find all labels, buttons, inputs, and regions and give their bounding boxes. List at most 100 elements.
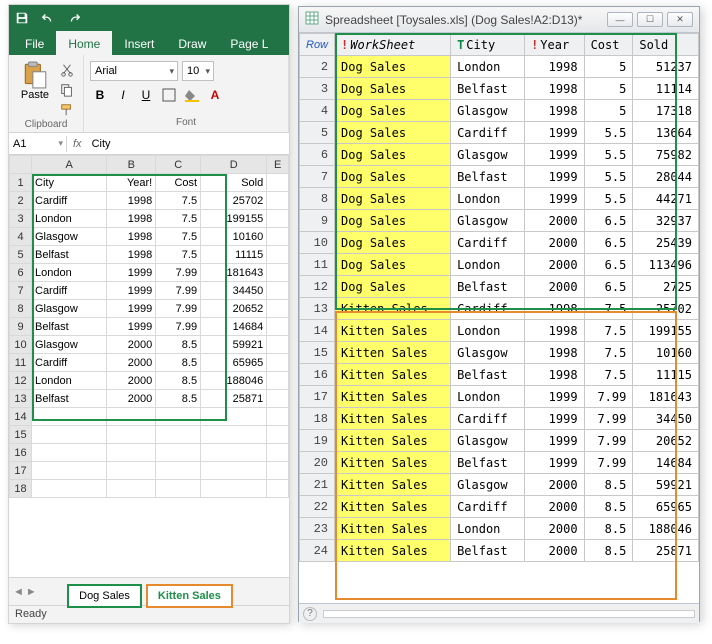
cell[interactable]: 65965 xyxy=(201,354,267,372)
cell[interactable]: 7.99 xyxy=(156,318,201,336)
cell[interactable]: 199155 xyxy=(201,210,267,228)
table-row[interactable]: 15Kitten SalesGlasgow19987.510160 xyxy=(300,342,699,364)
table-row[interactable]: 9Dog SalesGlasgow20006.532937 xyxy=(300,210,699,232)
fill-color-button[interactable] xyxy=(182,85,202,105)
table-row[interactable]: 7Dog SalesBelfast19995.528044 xyxy=(300,166,699,188)
cell[interactable] xyxy=(156,408,201,426)
sheet-tab-kitten-sales[interactable]: Kitten Sales xyxy=(146,584,233,608)
cell[interactable] xyxy=(267,192,289,210)
column-header[interactable]: E xyxy=(267,156,289,174)
formula-input[interactable]: City xyxy=(88,136,289,152)
cell[interactable] xyxy=(267,462,289,480)
cell[interactable]: 25871 xyxy=(201,390,267,408)
cell[interactable] xyxy=(267,246,289,264)
spreadsheet-grid[interactable]: ABCDE1CityYear!CostSold2Cardiff19987.525… xyxy=(9,155,289,577)
cell[interactable]: 1999 xyxy=(107,300,156,318)
cell[interactable]: 7.99 xyxy=(156,300,201,318)
table-row[interactable]: 10Dog SalesCardiff20006.525439 xyxy=(300,232,699,254)
row-header[interactable]: 15 xyxy=(10,426,32,444)
font-color-button[interactable]: A xyxy=(205,85,225,105)
cell[interactable]: 7.99 xyxy=(156,282,201,300)
table-row[interactable]: 24Kitten SalesBelfast20008.525871 xyxy=(300,540,699,562)
table-row[interactable]: 16Kitten SalesBelfast19987.511115 xyxy=(300,364,699,386)
table-row[interactable]: 14Kitten SalesLondon19987.5199155 xyxy=(300,320,699,342)
table-row[interactable]: 17Kitten SalesLondon19997.99181643 xyxy=(300,386,699,408)
border-button[interactable] xyxy=(159,85,179,105)
cell[interactable]: 2000 xyxy=(107,354,156,372)
col-sold[interactable]: Sold xyxy=(633,34,699,56)
cell[interactable]: 8.5 xyxy=(156,336,201,354)
cell[interactable]: 2000 xyxy=(107,336,156,354)
cell[interactable]: 1998 xyxy=(107,210,156,228)
redo-icon[interactable] xyxy=(65,9,83,27)
cell[interactable]: Cardiff xyxy=(32,354,107,372)
cell[interactable]: Belfast xyxy=(32,390,107,408)
cell[interactable] xyxy=(267,264,289,282)
cell[interactable]: 7.5 xyxy=(156,192,201,210)
row-header[interactable]: 12 xyxy=(10,372,32,390)
cell[interactable]: 7.5 xyxy=(156,246,201,264)
cell[interactable] xyxy=(201,462,267,480)
cell[interactable] xyxy=(156,462,201,480)
cell[interactable]: 1999 xyxy=(107,282,156,300)
cell[interactable] xyxy=(32,408,107,426)
cell[interactable]: 7.5 xyxy=(156,228,201,246)
cell[interactable] xyxy=(107,408,156,426)
cell[interactable] xyxy=(156,444,201,462)
row-header[interactable]: 18 xyxy=(10,480,32,498)
cell[interactable]: 2000 xyxy=(107,372,156,390)
row-header[interactable]: 2 xyxy=(10,192,32,210)
cell[interactable] xyxy=(267,408,289,426)
cell[interactable] xyxy=(267,372,289,390)
cell[interactable]: Cardiff xyxy=(32,282,107,300)
undo-icon[interactable] xyxy=(39,9,57,27)
row-header[interactable]: 11 xyxy=(10,354,32,372)
row-header[interactable]: 5 xyxy=(10,246,32,264)
cell[interactable] xyxy=(267,354,289,372)
cell[interactable]: London xyxy=(32,264,107,282)
cell[interactable] xyxy=(267,426,289,444)
cell[interactable] xyxy=(32,444,107,462)
help-icon[interactable]: ? xyxy=(303,607,317,621)
cell[interactable] xyxy=(32,462,107,480)
cell[interactable] xyxy=(201,426,267,444)
col-row[interactable]: Row xyxy=(300,34,335,56)
table-row[interactable]: 23Kitten SalesLondon20008.5188046 xyxy=(300,518,699,540)
table-row[interactable]: 20Kitten SalesBelfast19997.9914684 xyxy=(300,452,699,474)
minimize-button[interactable]: — xyxy=(607,12,633,27)
cell[interactable] xyxy=(267,390,289,408)
cell[interactable]: Sold xyxy=(201,174,267,192)
cell[interactable]: 188046 xyxy=(201,372,267,390)
cell[interactable] xyxy=(267,300,289,318)
cell[interactable]: Year! xyxy=(107,174,156,192)
cell[interactable] xyxy=(107,480,156,498)
save-icon[interactable] xyxy=(13,9,31,27)
table-row[interactable]: 3Dog SalesBelfast1998511114 xyxy=(300,78,699,100)
column-header[interactable]: A xyxy=(32,156,107,174)
close-button[interactable]: ✕ xyxy=(667,12,693,27)
sheet-nav-prev-icon[interactable]: ◄ xyxy=(13,586,24,598)
cell[interactable]: 1998 xyxy=(107,246,156,264)
cell[interactable]: 1998 xyxy=(107,192,156,210)
cell[interactable]: 1999 xyxy=(107,318,156,336)
cell[interactable] xyxy=(267,336,289,354)
table-row[interactable]: 2Dog SalesLondon1998551237 xyxy=(300,56,699,78)
row-header[interactable]: 6 xyxy=(10,264,32,282)
tab-home[interactable]: Home xyxy=(56,31,112,55)
table-row[interactable]: 19Kitten SalesGlasgow19997.9920652 xyxy=(300,430,699,452)
cell[interactable] xyxy=(267,318,289,336)
row-header[interactable]: 7 xyxy=(10,282,32,300)
row-header[interactable]: 10 xyxy=(10,336,32,354)
table-row[interactable]: 12Dog SalesBelfast20006.52725 xyxy=(300,276,699,298)
column-header[interactable]: B xyxy=(107,156,156,174)
tab-file[interactable]: File xyxy=(13,31,56,55)
tab-draw[interactable]: Draw xyxy=(166,31,218,55)
cut-icon[interactable] xyxy=(57,61,77,79)
cell[interactable] xyxy=(107,444,156,462)
cell[interactable]: 8.5 xyxy=(156,354,201,372)
font-name-select[interactable]: Arial xyxy=(90,61,178,81)
cell[interactable] xyxy=(32,426,107,444)
cell[interactable]: 7.99 xyxy=(156,264,201,282)
cell[interactable]: Cost xyxy=(156,174,201,192)
paste-button[interactable]: Paste xyxy=(15,57,55,119)
